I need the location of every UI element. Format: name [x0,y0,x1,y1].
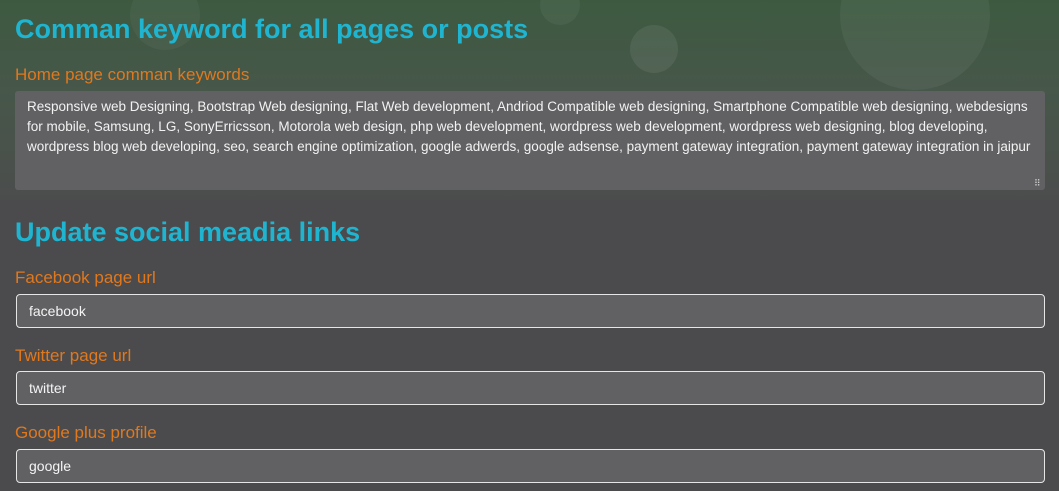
social-section-title: Update social meadia links [15,217,361,247]
facebook-label: Facebook page url [15,268,156,287]
bokeh-circle [840,0,990,90]
google-plus-url-input[interactable] [16,449,1045,483]
home-keywords-textarea[interactable]: Responsive web Designing, Bootstrap Web … [15,91,1045,190]
twitter-url-input[interactable] [16,371,1045,405]
twitter-label: Twitter page url [15,346,132,365]
home-keywords-text: Responsive web Designing, Bootstrap Web … [27,99,1031,154]
bokeh-circle [630,25,678,73]
home-keywords-label: Home page comman keywords [15,65,250,84]
google-plus-label: Google plus profile [15,423,157,442]
keywords-section-title: Comman keyword for all pages or posts [15,14,529,44]
bokeh-circle [540,0,580,25]
facebook-url-input[interactable] [16,294,1045,328]
resize-grip-icon[interactable]: ⠿ [1034,179,1042,188]
